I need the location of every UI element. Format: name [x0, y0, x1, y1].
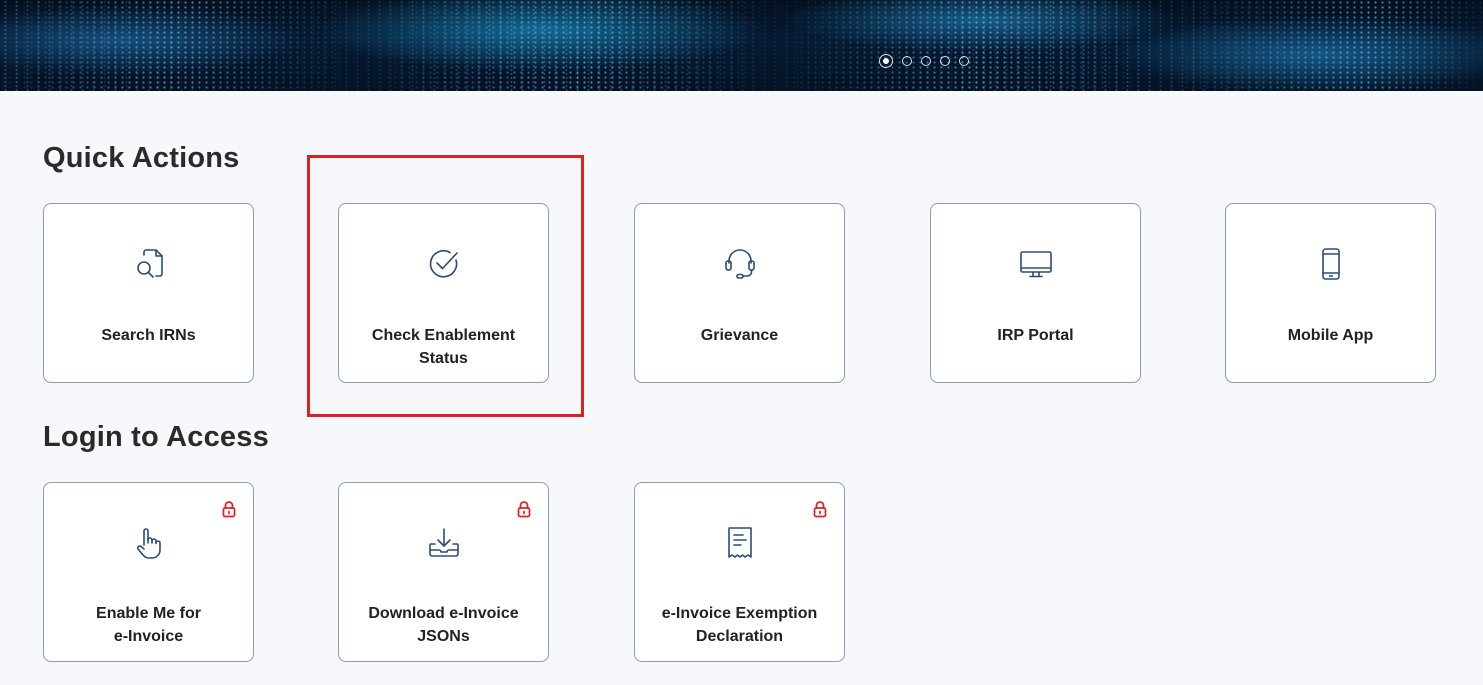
- card-label-line2: JSONs: [417, 628, 470, 645]
- card-label: Search IRNs: [101, 327, 196, 344]
- carousel-dot-2[interactable]: [902, 56, 912, 66]
- card-label-line2: Declaration: [695, 628, 784, 645]
- headset-icon: [722, 246, 758, 282]
- enable-me-card[interactable]: Enable Me for e-Invoice: [43, 482, 254, 662]
- monitor-icon: [1018, 246, 1054, 282]
- einvoice-exemption-declaration-card[interactable]: e-Invoice Exemption Declaration: [634, 482, 845, 662]
- card-label: Download e-Invoice JSONs: [349, 602, 538, 648]
- mobile-phone-icon: [1313, 246, 1349, 282]
- card-label: Enable Me for e-Invoice: [54, 602, 243, 648]
- card-label: e-Invoice Exemption Declaration: [645, 602, 834, 648]
- carousel-dot-5[interactable]: [959, 56, 969, 66]
- lock-icon: [517, 501, 531, 518]
- irp-portal-card[interactable]: IRP Portal: [930, 203, 1141, 383]
- card-label: Grievance: [700, 327, 779, 344]
- card-label-line2: e-Invoice: [113, 628, 184, 645]
- carousel-dot-4[interactable]: [940, 56, 950, 66]
- search-document-icon: [131, 246, 167, 282]
- card-label-line1: Download e-Invoice: [368, 605, 519, 622]
- lock-icon: [813, 501, 827, 518]
- card-label-line1: Enable Me for: [96, 605, 201, 622]
- card-label: Mobile App: [1287, 327, 1374, 344]
- receipt-icon: [722, 525, 758, 561]
- grievance-card[interactable]: Grievance: [634, 203, 845, 383]
- card-label: IRP Portal: [997, 327, 1074, 344]
- login-to-access-heading: Login to Access: [43, 421, 269, 453]
- lock-icon: [222, 501, 236, 518]
- carousel-indicators: [879, 54, 969, 68]
- download-tray-icon: [426, 525, 462, 561]
- download-einvoice-jsons-card[interactable]: Download e-Invoice JSONs: [338, 482, 549, 662]
- search-irns-card[interactable]: Search IRNs: [43, 203, 254, 383]
- mobile-app-card[interactable]: Mobile App: [1225, 203, 1436, 383]
- quick-actions-heading: Quick Actions: [43, 142, 240, 174]
- carousel-dot-1[interactable]: [879, 54, 893, 68]
- hand-pointer-icon: [131, 525, 167, 561]
- hero-banner: [0, 0, 1483, 91]
- highlight-box: [307, 155, 584, 417]
- card-label-line1: e-Invoice Exemption: [661, 605, 818, 622]
- carousel-dot-3[interactable]: [921, 56, 931, 66]
